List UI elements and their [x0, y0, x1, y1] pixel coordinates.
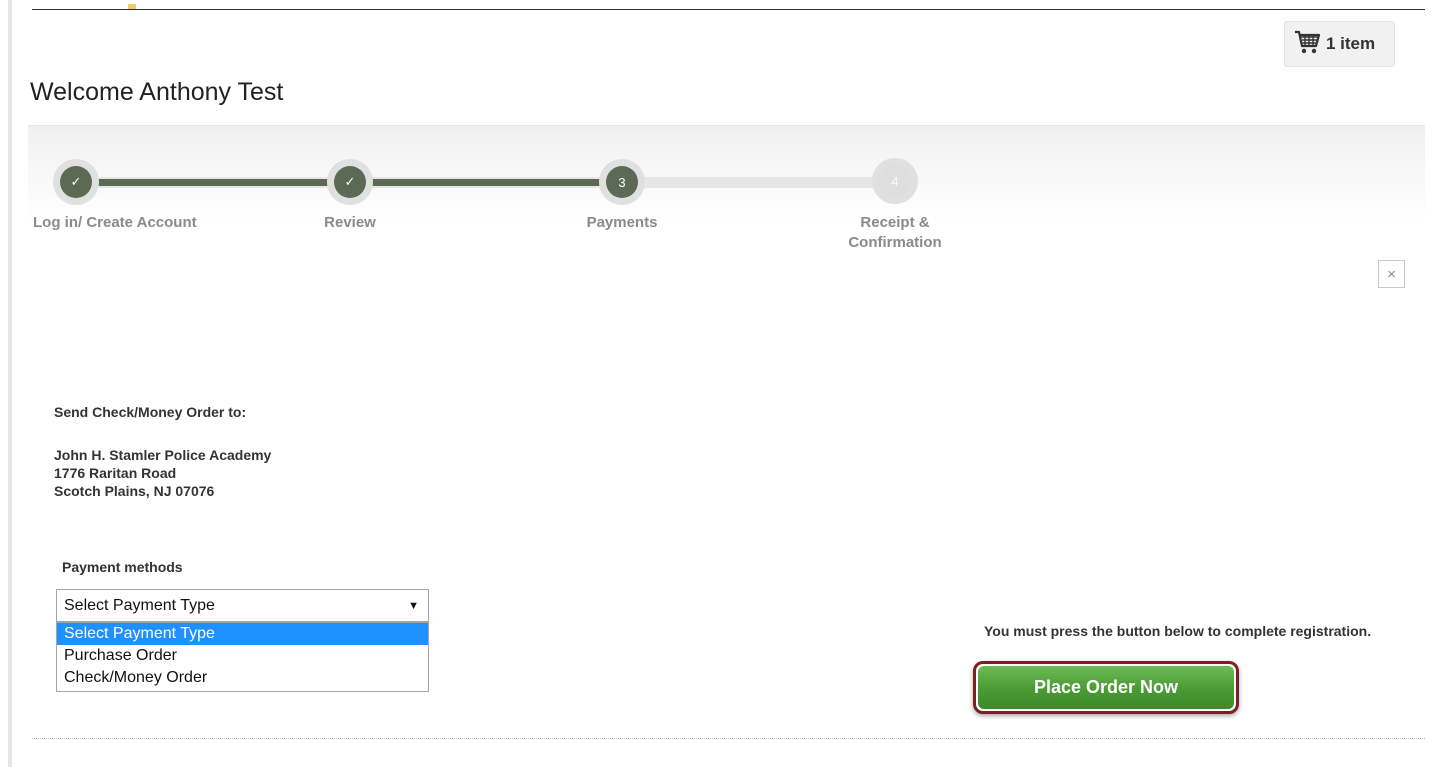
payment-methods-label: Payment methods	[62, 559, 183, 575]
address-line: John H. Stamler Police Academy	[54, 447, 272, 463]
step-1-label: Log in/ Create Account	[33, 214, 197, 231]
option-select-payment-type[interactable]: Select Payment Type	[57, 623, 428, 645]
step-3-marker: 3	[599, 159, 645, 205]
select-value: Select Payment Type	[64, 596, 215, 614]
payment-type-options: Select Payment Type Purchase Order Check…	[56, 622, 429, 692]
place-order-button[interactable]: Place Order Now	[973, 661, 1239, 714]
check-info-heading: Send Check/Money Order to:	[54, 404, 247, 420]
option-check-money-order[interactable]: Check/Money Order	[57, 667, 428, 689]
step-2-label: Review	[324, 214, 376, 231]
mailing-address: John H. Stamler Police Academy 1776 Rari…	[54, 446, 271, 500]
dropdown-arrow-icon: ▼	[408, 599, 419, 612]
checkout-progress-panel	[28, 125, 1425, 265]
checkmark-icon: ✓	[60, 166, 92, 198]
step-2-marker: ✓	[327, 159, 373, 205]
page-title: Welcome Anthony Test	[30, 78, 284, 106]
shopping-cart-icon	[1294, 29, 1321, 60]
step-4-marker: 4	[872, 158, 918, 204]
place-order-label: Place Order Now	[978, 666, 1234, 709]
address-line: 1776 Raritan Road	[54, 465, 177, 481]
step-3-label: Payments	[586, 214, 658, 231]
header-divider	[32, 9, 1425, 10]
address-line: Scotch Plains, NJ 07076	[54, 483, 215, 499]
close-icon: ×	[1387, 265, 1396, 283]
option-purchase-order[interactable]: Purchase Order	[57, 645, 428, 667]
cart-item-count: 1 item	[1326, 34, 1376, 53]
checkmark-icon: ✓	[334, 166, 366, 198]
left-border	[8, 0, 12, 767]
order-notice: You must press the button below to compl…	[984, 623, 1372, 639]
payment-type-select[interactable]: Select Payment Type ▼	[56, 589, 429, 622]
close-button[interactable]: ×	[1378, 260, 1405, 288]
cart-button[interactable]: 1 item	[1284, 21, 1395, 67]
footer-divider	[32, 738, 1425, 739]
step-4-label: Receipt & Confirmation	[848, 214, 942, 251]
step-1-marker: ✓	[53, 159, 99, 205]
